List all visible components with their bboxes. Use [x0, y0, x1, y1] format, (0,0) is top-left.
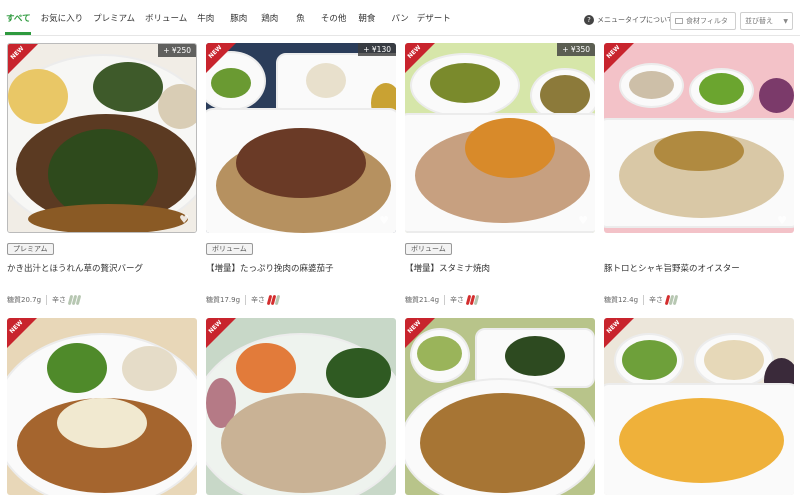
spice-label: 辛さ	[450, 296, 465, 304]
filter-icon	[675, 18, 683, 24]
menu-card[interactable]: NEW	[604, 318, 794, 495]
top-navigation: すべて お気に入り プレミアム ボリューム 牛肉 豚肉 鶏肉 魚 その他 朝食 …	[0, 0, 800, 36]
menu-card[interactable]: NEW	[7, 318, 197, 495]
heart-icon[interactable]: ♥	[378, 215, 390, 227]
spice-level	[67, 294, 82, 306]
spice-level	[266, 294, 281, 306]
carbs-value: 糖質17.9g	[206, 296, 241, 304]
tab-volume[interactable]: ボリューム	[145, 12, 187, 24]
spice-label: 辛さ	[649, 296, 664, 304]
menu-photo[interactable]: NEW	[604, 318, 794, 495]
menu-card[interactable]: NEW	[206, 318, 396, 495]
divider	[46, 295, 48, 305]
spice-level	[465, 294, 480, 306]
menu-card[interactable]: NEW ♥ 豚トロとシャキ旨野菜のオイスター 糖質12.4g 辛さ	[604, 43, 794, 306]
menu-photo[interactable]: NEW	[206, 318, 396, 495]
heart-icon[interactable]: ♥	[178, 214, 190, 226]
carbs-value: 糖質21.4g	[405, 296, 440, 304]
tab-pork[interactable]: 豚肉	[230, 12, 247, 24]
menu-photo[interactable]: NEW	[7, 318, 197, 495]
divider	[245, 295, 247, 305]
category-tabs: すべて お気に入り プレミアム ボリューム 牛肉 豚肉 鶏肉 魚 その他 朝食 …	[6, 12, 461, 24]
menu-meta: 糖質20.7g 辛さ	[7, 294, 82, 306]
menu-photo[interactable]: NEW ♥	[604, 43, 794, 233]
tab-chicken[interactable]: 鶏肉	[261, 12, 278, 24]
menu-card[interactable]: NEW + ¥130 ♥ ボリューム 【増量】たっぷり挽肉の麻婆茄子 糖質17.…	[206, 43, 396, 306]
menu-card[interactable]: NEW + ¥250 ♥ プレミアム かき出汁とほうれん草の贅沢バーグ 糖質20…	[7, 43, 197, 306]
chevron-down-icon: ▼	[783, 17, 788, 25]
tab-all[interactable]: すべて	[6, 12, 31, 24]
menu-photo[interactable]: NEW + ¥250 ♥	[7, 43, 197, 233]
menu-type-help-link[interactable]: ? メニュータイプについて	[584, 15, 674, 25]
menu-card[interactable]: NEW	[405, 318, 595, 495]
spice-label: 辛さ	[251, 296, 266, 304]
menu-meta: 糖質17.9g 辛さ	[206, 294, 281, 306]
sort-label: 並び替え	[745, 17, 773, 25]
price-surcharge: + ¥250	[158, 44, 196, 57]
tab-favorites[interactable]: お気に入り	[41, 12, 84, 24]
ingredient-filter-button[interactable]: 食材フィルタ	[670, 12, 736, 30]
menu-meta: 糖質21.4g 辛さ	[405, 294, 480, 306]
menu-name[interactable]: かき出汁とほうれん草の贅沢バーグ	[7, 262, 197, 274]
menu-name[interactable]: 【増量】たっぷり挽肉の麻婆茄子	[206, 262, 396, 274]
spice-label: 辛さ	[52, 296, 67, 304]
heart-icon[interactable]: ♥	[776, 215, 788, 227]
help-label: メニュータイプについて	[597, 16, 674, 24]
menu-type-tag: ボリューム	[405, 243, 452, 255]
tab-premium[interactable]: プレミアム	[93, 12, 135, 24]
sort-dropdown[interactable]: 並び替え ▼	[740, 12, 793, 30]
filter-label: 食材フィルタ	[686, 17, 728, 25]
tab-fish[interactable]: 魚	[296, 12, 305, 24]
menu-name[interactable]: 豚トロとシャキ旨野菜のオイスター	[604, 262, 794, 274]
spice-level	[664, 294, 679, 306]
tab-other[interactable]: その他	[321, 12, 347, 24]
menu-name[interactable]: 【増量】スタミナ焼肉	[405, 262, 595, 274]
price-surcharge: + ¥350	[557, 43, 595, 56]
active-tab-indicator	[5, 32, 31, 35]
tab-dessert[interactable]: デザート	[417, 12, 451, 24]
tab-bread[interactable]: パン	[391, 12, 408, 24]
menu-type-tag: プレミアム	[7, 243, 54, 255]
price-surcharge: + ¥130	[358, 43, 396, 56]
menu-meta: 糖質12.4g 辛さ	[604, 294, 679, 306]
tab-breakfast[interactable]: 朝食	[358, 12, 375, 24]
menu-card[interactable]: NEW + ¥350 ♥ ボリューム 【増量】スタミナ焼肉 糖質21.4g 辛さ	[405, 43, 595, 306]
carbs-value: 糖質20.7g	[7, 296, 42, 304]
divider	[444, 295, 446, 305]
menu-type-tag: ボリューム	[206, 243, 253, 255]
menu-photo[interactable]: NEW + ¥350 ♥	[405, 43, 595, 233]
menu-photo[interactable]: NEW + ¥130 ♥	[206, 43, 396, 233]
divider	[643, 295, 645, 305]
question-circle-icon: ?	[584, 15, 594, 25]
tab-beef[interactable]: 牛肉	[197, 12, 214, 24]
menu-photo[interactable]: NEW	[405, 318, 595, 495]
carbs-value: 糖質12.4g	[604, 296, 639, 304]
heart-icon[interactable]: ♥	[577, 215, 589, 227]
